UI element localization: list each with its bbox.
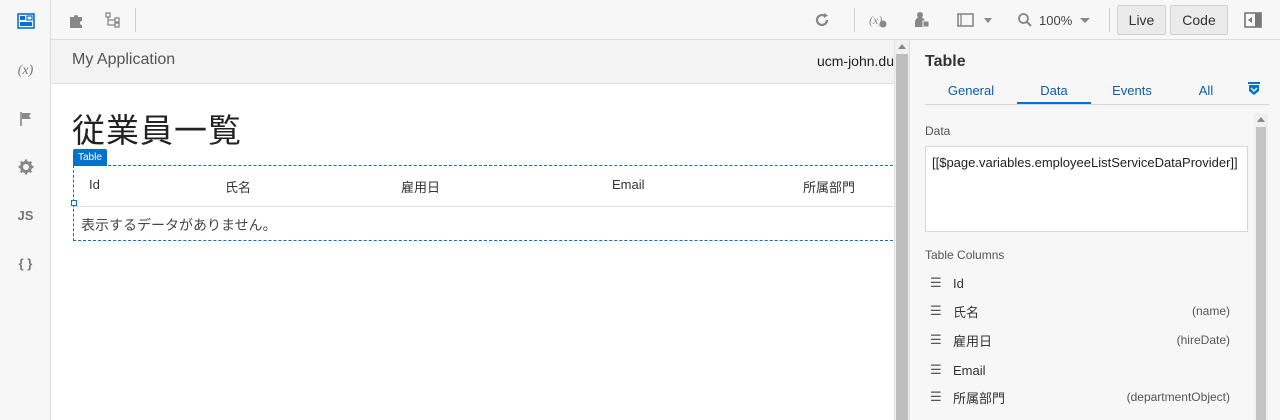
page-canvas[interactable]: My Application ucm-john.du 従業員一覧 Table I… [51,40,894,420]
tab-general[interactable]: General [925,83,1017,105]
column-header[interactable]: Id [89,177,100,192]
inspector-body: Data [[$page.variables.employeeListServi… [925,120,1250,420]
table-column-item[interactable]: ☰ 所属部門 (departmentObject) [930,387,1230,407]
drag-handle-icon[interactable]: ☰ [930,362,944,378]
column-label: 所属部門 [953,390,1006,406]
tab-events[interactable]: Events [1096,83,1168,105]
column-header[interactable]: Email [612,177,645,192]
settings-icon[interactable] [0,149,51,185]
search-icon [1018,13,1032,27]
page-title[interactable]: 従業員一覧 [72,104,242,152]
app-title: My Application [72,51,176,68]
employee-table[interactable]: Id 氏名 雇用日 Email 所属部門 表示するデータがありません。 [71,165,894,241]
inspector-scrollbar[interactable] [1254,113,1268,420]
column-field: (hireDate) [1176,333,1230,347]
toolbar-divider [1109,8,1110,32]
empty-table-message: 表示するデータがありません。 [81,217,277,233]
designer-icon[interactable] [0,3,51,39]
structure-icon[interactable] [102,0,124,40]
components-icon[interactable] [65,0,87,40]
drag-handle-icon[interactable]: ☰ [930,303,944,319]
zoom-level: 100% [1039,12,1073,28]
column-header[interactable]: 氏名 [225,177,251,196]
component-tag[interactable]: Table [73,149,107,166]
scroll-up-icon[interactable] [1257,117,1265,122]
chevron-down-icon [1080,18,1091,23]
user-menu[interactable]: ucm-john.du [817,53,894,69]
designer-toolbar: (x) 100% Live Code [51,0,1280,40]
flag-icon[interactable] [0,101,51,137]
data-provider-field[interactable]: [[$page.variables.employeeListServiceDat… [925,146,1248,232]
table-column-item[interactable]: ☰ Email [930,360,1230,380]
scrollbar-thumb[interactable] [1256,127,1266,420]
variables-toggle-icon[interactable]: (x) [867,0,889,40]
javascript-icon[interactable]: JS [0,197,51,233]
header-divider [74,206,894,207]
app-header: My Application ucm-john.du [51,40,894,84]
canvas-scrollbar[interactable] [894,40,909,420]
toolbar-divider [854,8,855,32]
tab-data[interactable]: Data [1017,83,1091,105]
variables-icon[interactable]: (x) [0,53,51,89]
toolbar-divider [135,8,136,32]
column-header[interactable]: 所属部門 [803,177,855,196]
column-label: Id [953,275,964,291]
drag-handle-icon[interactable]: ☰ [930,389,944,405]
device-size-selector[interactable] [955,0,997,40]
refresh-icon[interactable] [811,0,833,40]
user-role-icon[interactable] [911,0,933,40]
table-column-item[interactable]: ☰ 雇用日 (hireDate) [930,330,1230,350]
table-columns-label: Table Columns [925,248,1005,262]
column-field: (name) [1191,304,1230,318]
inspector-title: Table [925,53,966,70]
column-label: Email [953,362,986,378]
column-field: (departmentObject) [1126,390,1230,404]
variables-label: (x) [17,63,34,78]
json-icon[interactable]: { } [0,245,51,281]
table-column-item[interactable]: ☰ 氏名 (name) [930,301,1230,321]
zoom-control[interactable]: 100% [1017,0,1092,40]
collapse-panel-icon[interactable] [1242,0,1264,40]
data-section-label: Data [925,124,951,138]
left-navigation-rail: (x) JS { } [0,0,51,420]
json-label: { } [18,255,33,271]
pin-panel-icon[interactable] [1247,81,1261,100]
live-mode-button[interactable]: Live [1117,5,1166,35]
column-label: 氏名 [953,304,980,320]
column-header[interactable]: 雇用日 [401,177,440,196]
scrollbar-thumb[interactable] [896,54,908,420]
drag-handle-icon[interactable]: ☰ [930,275,944,291]
code-mode-button[interactable]: Code [1170,5,1228,35]
scroll-up-icon[interactable] [898,44,906,49]
column-label: 雇用日 [953,333,993,349]
table-column-item[interactable]: ☰ Id [930,273,1230,293]
javascript-label: JS [17,207,34,223]
tabs-divider [925,104,1269,105]
property-inspector: Table General Data Events All Data [[$pa… [909,40,1280,420]
drag-handle-icon[interactable]: ☰ [930,332,944,348]
tab-all[interactable]: All [1184,83,1228,105]
